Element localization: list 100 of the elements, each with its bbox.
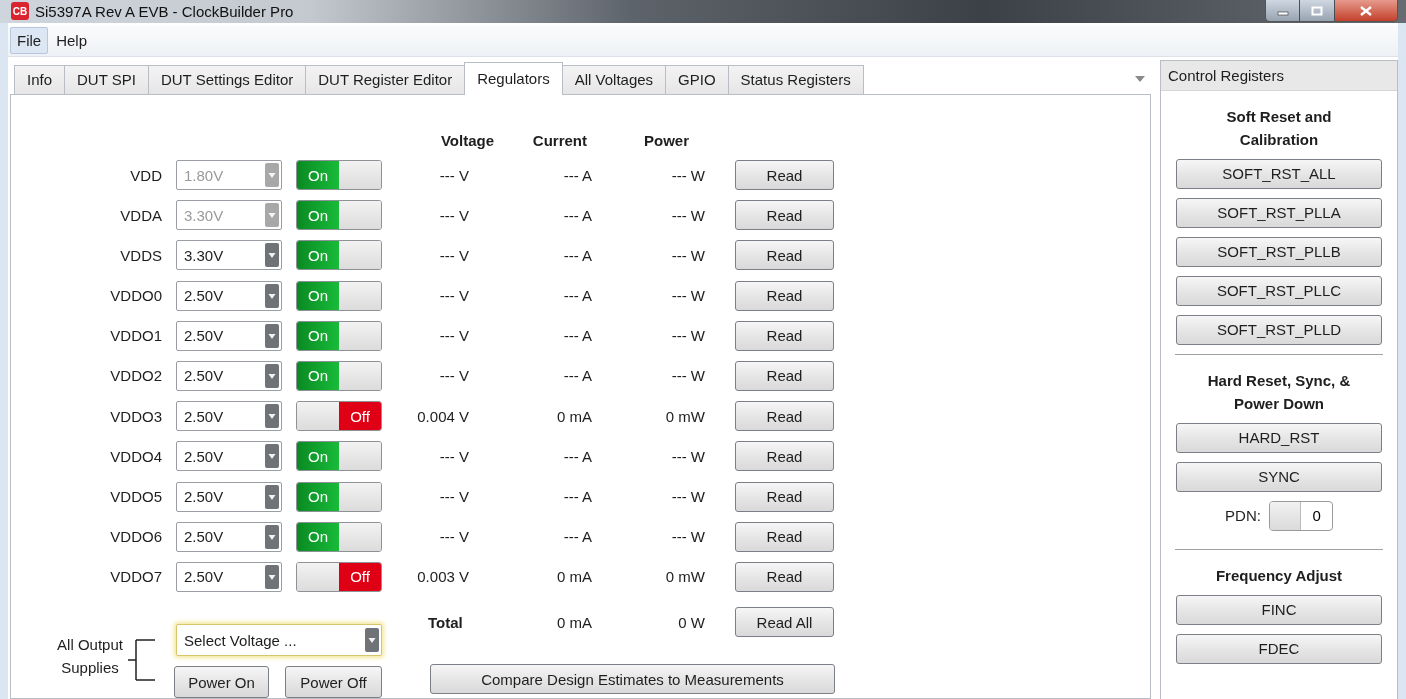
- section-title: Soft Reset and Calibration: [1225, 106, 1333, 150]
- supply-label: VDD: [129, 166, 163, 184]
- voltage-dropdown[interactable]: 2.50V: [176, 280, 282, 311]
- tab[interactable]: DUT SPI: [64, 64, 149, 94]
- read-button[interactable]: Read: [735, 561, 834, 592]
- power-reading: 0 mW: [664, 407, 706, 425]
- power-reading: --- W: [670, 246, 706, 264]
- register-button[interactable]: FDEC: [1176, 633, 1382, 664]
- register-button[interactable]: SOFT_RST_PLLA: [1176, 197, 1382, 228]
- current-reading: --- A: [562, 488, 593, 506]
- voltage-dropdown[interactable]: 2.50V: [176, 360, 282, 391]
- section-title: Frequency Adjust: [1215, 565, 1343, 586]
- power-reading: --- W: [670, 528, 706, 546]
- tab[interactable]: GPIO: [665, 64, 729, 94]
- supply-label: VDDO1: [109, 327, 163, 345]
- current-reading: --- A: [562, 166, 593, 184]
- caret-icon[interactable]: [1135, 75, 1145, 82]
- register-button[interactable]: FINC: [1176, 594, 1382, 625]
- maximize-icon: [1311, 5, 1323, 16]
- supply-label: VDDA: [119, 206, 163, 224]
- voltage-select[interactable]: Select Voltage ...: [176, 624, 382, 656]
- supply-label: VDDO7: [109, 568, 163, 586]
- power-reading: 0 mW: [664, 568, 706, 586]
- voltage-reading: --- V: [438, 166, 470, 184]
- read-button[interactable]: Read: [735, 481, 834, 512]
- power-reading: 0 W: [677, 613, 706, 631]
- power-toggle[interactable]: Off: [296, 401, 382, 432]
- current-reading: 0 mA: [556, 407, 593, 425]
- close-button[interactable]: [1334, 0, 1397, 21]
- supply-label: VDDO2: [109, 367, 163, 385]
- voltage-dropdown[interactable]: 2.50V: [176, 481, 282, 512]
- power-toggle[interactable]: Off: [296, 561, 382, 592]
- bracket-line: [128, 639, 156, 681]
- read-all-button[interactable]: Read All: [735, 607, 834, 637]
- voltage-reading: --- V: [438, 367, 470, 385]
- register-button[interactable]: SOFT_RST_ALL: [1176, 158, 1382, 189]
- current-reading: --- A: [562, 246, 593, 264]
- total-label: Total: [427, 613, 464, 631]
- section-title: Hard Reset, Sync, & Power Down: [1206, 370, 1352, 414]
- power-reading: --- W: [670, 206, 706, 224]
- menu-item[interactable]: Help: [49, 27, 95, 55]
- tab[interactable]: All Voltages: [561, 64, 667, 94]
- supply-label: VDDO5: [109, 488, 163, 506]
- voltage-reading: --- V: [438, 528, 470, 546]
- voltage-dropdown[interactable]: 2.50V: [176, 521, 282, 552]
- power-button[interactable]: Power On: [174, 666, 269, 698]
- tab[interactable]: DUT Settings Editor: [147, 64, 307, 94]
- current-reading: --- A: [562, 327, 593, 345]
- compare-button[interactable]: Compare Design Estimates to Measurements: [430, 664, 835, 694]
- power-button[interactable]: Power Off: [285, 666, 382, 698]
- voltage-reading: --- V: [438, 327, 470, 345]
- register-button[interactable]: SOFT_RST_PLLD: [1176, 314, 1382, 345]
- app-logo: CB: [11, 2, 29, 21]
- read-button[interactable]: Read: [735, 401, 834, 432]
- current-reading: 0 mA: [556, 613, 593, 631]
- register-button[interactable]: SYNC: [1176, 461, 1382, 492]
- tab[interactable]: Regulators: [464, 61, 563, 95]
- pdn-toggle[interactable]: 0: [1268, 500, 1333, 531]
- voltage-dropdown[interactable]: 2.50V: [176, 320, 282, 351]
- current-reading: --- A: [562, 367, 593, 385]
- voltage-reading: --- V: [438, 488, 470, 506]
- read-button[interactable]: Read: [735, 240, 834, 271]
- voltage-reading: --- V: [438, 287, 470, 305]
- power-reading: --- W: [670, 287, 706, 305]
- supply-label: VDDO0: [109, 287, 163, 305]
- current-reading: --- A: [562, 447, 593, 465]
- read-button[interactable]: Read: [735, 320, 834, 351]
- current-reading: --- A: [562, 287, 593, 305]
- tab[interactable]: Info: [14, 64, 66, 94]
- menu-item[interactable]: File: [10, 27, 49, 55]
- power-reading: --- W: [670, 488, 706, 506]
- register-button[interactable]: HARD_RST: [1176, 422, 1382, 453]
- power-reading: --- W: [670, 327, 706, 345]
- maximize-button[interactable]: [1299, 0, 1334, 21]
- power-reading: --- W: [670, 447, 706, 465]
- voltage-dropdown[interactable]: 2.50V: [176, 441, 282, 472]
- register-button[interactable]: SOFT_RST_PLLC: [1176, 275, 1382, 306]
- pdn-label: PDN:: [1225, 507, 1261, 525]
- read-button[interactable]: Read: [735, 360, 834, 391]
- group-label: All Output Supplies: [56, 635, 124, 678]
- register-button[interactable]: SOFT_RST_PLLB: [1176, 236, 1382, 267]
- voltage-reading: --- V: [438, 246, 470, 264]
- voltage-reading: --- V: [438, 447, 470, 465]
- supply-label: VDDO3: [109, 407, 163, 425]
- read-button[interactable]: Read: [735, 441, 834, 472]
- read-button[interactable]: Read: [735, 280, 834, 311]
- supply-label: VDDS: [119, 246, 163, 264]
- voltage-reading: 0.003 V: [416, 568, 470, 586]
- read-button[interactable]: Read: [735, 521, 834, 552]
- tab[interactable]: Status Registers: [727, 64, 864, 94]
- voltage-dropdown[interactable]: 3.30V: [176, 240, 282, 271]
- panel-header: Control Registers: [1161, 60, 1397, 91]
- supply-label: VDDO6: [109, 528, 163, 546]
- voltage-dropdown[interactable]: 2.50V: [176, 401, 282, 432]
- current-reading: 0 mA: [556, 568, 593, 586]
- current-reading: --- A: [562, 206, 593, 224]
- column-header: Current: [531, 131, 588, 151]
- voltage-reading: 0.004 V: [416, 407, 470, 425]
- voltage-dropdown[interactable]: 2.50V: [176, 561, 282, 592]
- tab[interactable]: DUT Register Editor: [305, 64, 466, 94]
